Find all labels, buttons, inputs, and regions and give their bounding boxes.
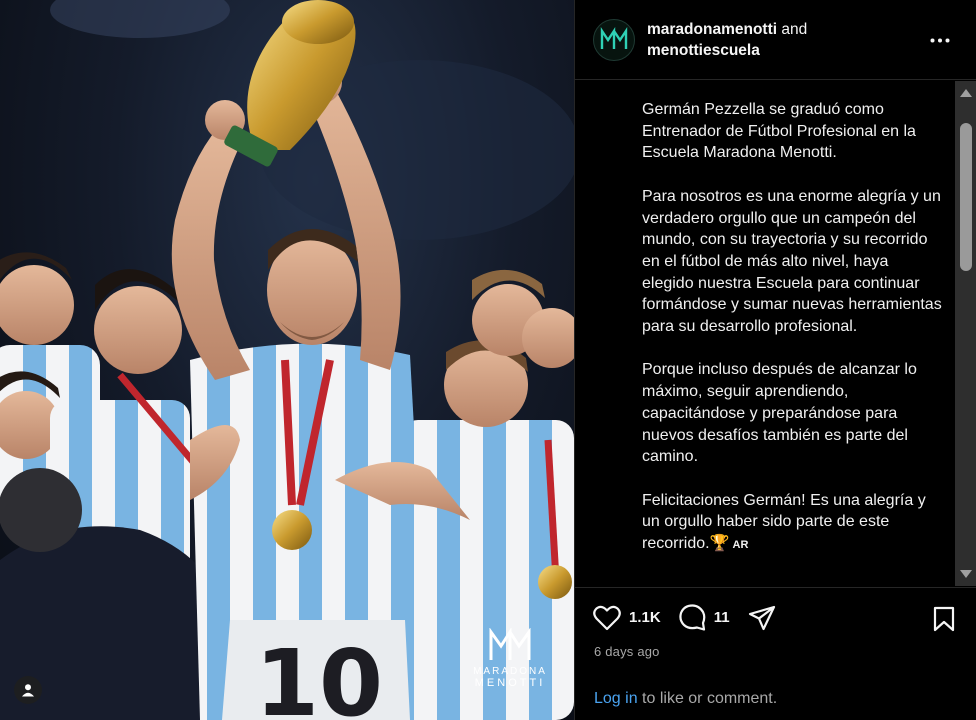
login-prompt: Log in to like or comment. [594, 690, 777, 708]
author-joiner: and [781, 20, 808, 38]
user-tag-icon [22, 684, 34, 697]
comment-button[interactable]: 11 [679, 604, 730, 631]
caption-paragraph-3: Porque incluso después de alcanzar lo má… [642, 361, 917, 466]
svg-text:10: 10 [255, 630, 383, 720]
login-link[interactable]: Log in [594, 690, 638, 707]
login-prompt-text: to like or comment. [637, 690, 778, 707]
paper-plane-icon [748, 605, 775, 630]
argentina-flag-emoji: AR [732, 539, 749, 552]
author-primary-link[interactable]: maradonamenotti [647, 21, 777, 38]
caption-scrollbar[interactable] [955, 81, 976, 586]
bookmark-icon [933, 606, 955, 632]
action-row: 1.1K 11 [593, 604, 794, 631]
caption-paragraph-2: Para nosotros es una enorme alegría y un… [642, 187, 942, 336]
caption-scroll-area[interactable]: Germán Pezzella se graduó como Entrenado… [575, 81, 976, 586]
comment-count: 11 [713, 609, 730, 626]
post-side-panel: maradonamenotti and menottiescuela Germá… [574, 0, 976, 720]
post-timestamp: 6 days ago [594, 644, 660, 659]
like-button[interactable]: 1.1K [593, 605, 661, 631]
more-options-button[interactable] [926, 28, 954, 52]
heart-icon [593, 605, 621, 630]
avatar[interactable] [593, 18, 635, 61]
maradona-menotti-watermark: MARADONA MENOTTI [470, 628, 550, 689]
save-button[interactable] [933, 606, 955, 637]
author-secondary-link[interactable]: menottiescuela [647, 42, 760, 59]
scrollbar-thumb[interactable] [960, 123, 972, 271]
tagged-users-button[interactable] [14, 676, 42, 704]
watermark-line2: MENOTTI [474, 677, 546, 689]
caption-paragraph-1: Germán Pezzella se graduó como Entrenado… [642, 101, 916, 162]
watermark-line1: MARADONA [473, 666, 547, 677]
post-image[interactable]: 10 MARADONA MENOTTI [0, 0, 574, 720]
mm-avatar-logo-icon [600, 26, 628, 49]
scroll-up-arrow-icon[interactable] [959, 87, 973, 99]
like-count: 1.1K [629, 609, 661, 626]
post-header: maradonamenotti and menottiescuela [575, 0, 976, 80]
mm-logo-icon [489, 628, 531, 660]
more-horizontal-icon [930, 38, 950, 42]
scroll-down-arrow-icon[interactable] [959, 568, 973, 580]
celebration-photo: 10 [0, 0, 574, 720]
trophy-emoji: 🏆 [709, 535, 730, 553]
caption-paragraph-4: Felicitaciones Germán! Es una alegría y … [642, 491, 926, 553]
post-authors: maradonamenotti and menottiescuela [647, 19, 807, 61]
post-caption: Germán Pezzella se graduó como Entrenado… [642, 99, 942, 557]
post-actions: 1.1K 11 6 days ago Log in to like or com… [575, 587, 976, 720]
comment-bubble-icon [679, 604, 706, 631]
share-button[interactable] [748, 605, 776, 631]
